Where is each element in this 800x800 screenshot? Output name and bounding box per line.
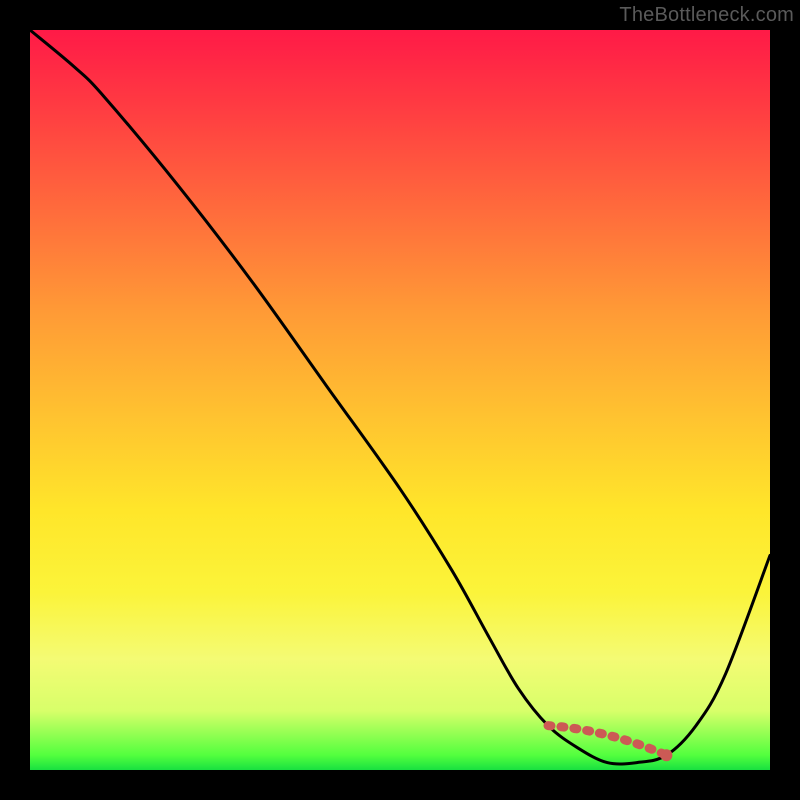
curve-layer (30, 30, 770, 770)
flat-region-end-dot (660, 749, 672, 761)
bottleneck-curve (30, 30, 770, 764)
chart-frame: TheBottleneck.com (0, 0, 800, 800)
attribution-label: TheBottleneck.com (619, 4, 794, 27)
plot-area (30, 30, 770, 770)
